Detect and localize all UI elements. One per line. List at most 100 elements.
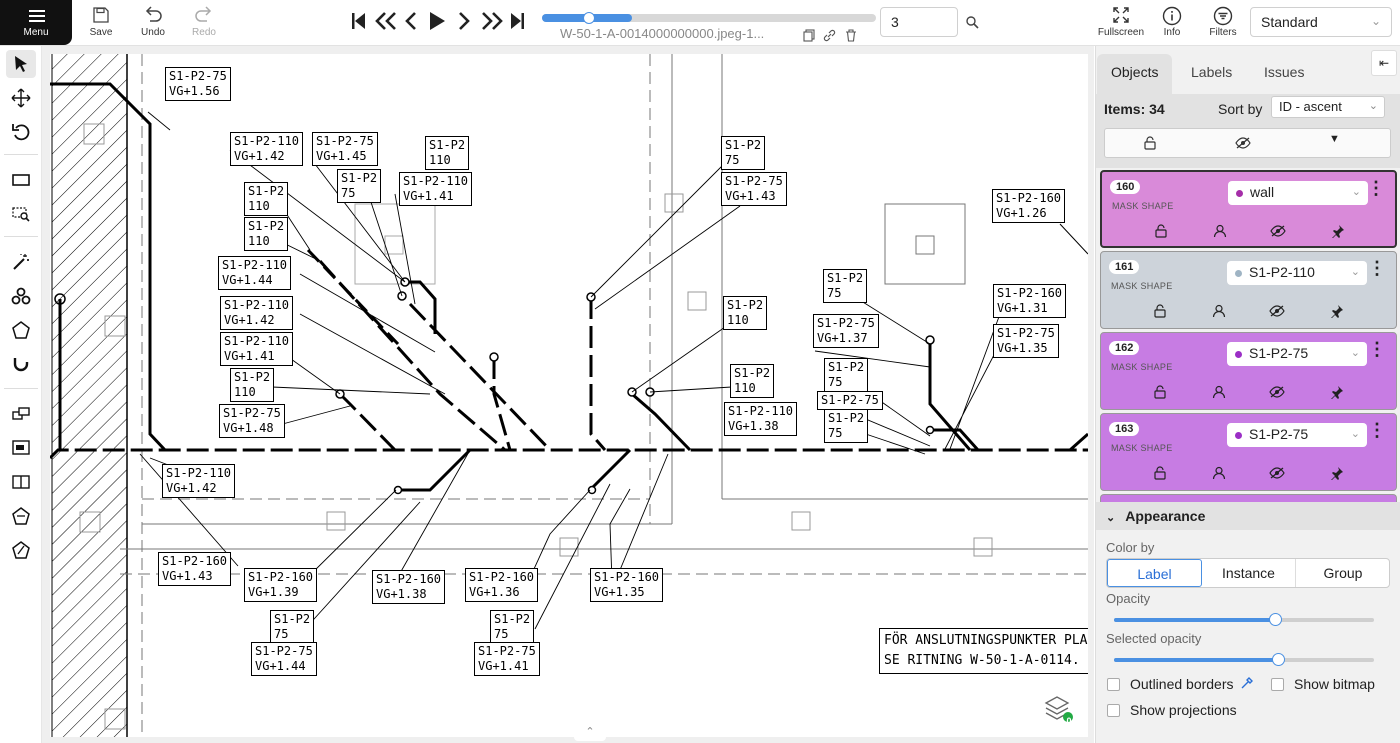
show-projections-checkbox[interactable]: Show projections (1107, 702, 1237, 718)
more-options-icon[interactable]: ⋮ (1368, 421, 1386, 439)
collapse-sidebar-icon[interactable]: ⇤ (1371, 50, 1397, 76)
label-select[interactable]: S1-P2-110 ⌄ (1227, 261, 1367, 285)
hide-all-icon[interactable] (1235, 136, 1251, 150)
pipe-label: S1-P2-75 VG+1.43 (721, 172, 787, 206)
player-slider-knob[interactable] (583, 12, 595, 24)
object-card-partial[interactable] (1100, 494, 1397, 502)
play-icon[interactable] (428, 10, 446, 32)
object-card[interactable]: 161 MASK SHAPE S1-P2-110 ⌄ ⋮ (1100, 251, 1397, 329)
pipe-label: S1-P2 75 (490, 610, 535, 644)
delete-icon[interactable] (845, 29, 857, 42)
group-tool[interactable] (6, 434, 36, 462)
unlock-all-icon[interactable] (1143, 136, 1157, 150)
chevron-up-icon[interactable]: ⌃ (574, 725, 606, 741)
sort-select[interactable]: ID - ascent ⌄ (1271, 96, 1385, 118)
color-by-group-option[interactable]: Group (1296, 559, 1390, 587)
last-frame-icon[interactable] (510, 10, 526, 32)
ai-tools-tool[interactable] (6, 282, 36, 310)
pin-icon[interactable] (1330, 385, 1344, 399)
user-icon[interactable] (1213, 224, 1227, 238)
opacity-slider[interactable] (1114, 613, 1374, 626)
rotate-tool[interactable] (6, 118, 36, 146)
split-tool[interactable] (6, 468, 36, 496)
unlock-icon[interactable] (1153, 385, 1167, 399)
outlined-borders-checkbox[interactable]: Outlined borders (1107, 676, 1234, 692)
selected-opacity-slider[interactable] (1114, 653, 1374, 666)
checkbox-box (1271, 678, 1284, 691)
object-card[interactable]: 160 MASK SHAPE wall ⌄ ⋮ (1100, 170, 1397, 248)
split-icon (12, 475, 30, 489)
magic-wand-tool[interactable] (6, 248, 36, 276)
player-slider[interactable] (542, 12, 876, 24)
copy-icon[interactable] (803, 29, 815, 42)
cursor-tool[interactable] (6, 50, 36, 78)
user-icon[interactable] (1212, 466, 1226, 480)
move-tool[interactable] (6, 84, 36, 112)
more-options-icon[interactable]: ⋮ (1368, 340, 1386, 358)
workspace-select[interactable]: Standard ⌄ (1250, 7, 1392, 37)
hide-icon[interactable] (1269, 304, 1285, 318)
search-icon[interactable] (966, 16, 979, 29)
link-icon[interactable] (823, 29, 836, 42)
first-frame-icon[interactable] (350, 10, 366, 32)
pin-icon[interactable] (1330, 466, 1344, 480)
selected-opacity-slider-knob[interactable] (1272, 653, 1285, 666)
fit-image-tool[interactable] (6, 166, 36, 194)
hide-icon[interactable] (1270, 224, 1286, 238)
fullscreen-label: Fullscreen (1097, 27, 1145, 38)
label-select[interactable]: S1-P2-75 ⌄ (1227, 342, 1367, 366)
unlock-icon[interactable] (1153, 466, 1167, 480)
appearance-header[interactable]: ⌄ Appearance (1096, 502, 1400, 530)
magnet-tool[interactable] (6, 350, 36, 378)
outlined-borders-text: Outlined borders (1130, 676, 1234, 692)
more-options-icon[interactable]: ⋮ (1368, 259, 1386, 277)
hide-icon[interactable] (1269, 466, 1285, 480)
more-options-icon[interactable]: ⋮ (1367, 179, 1385, 197)
tab-objects[interactable]: Objects (1097, 54, 1173, 94)
user-icon[interactable] (1212, 304, 1226, 318)
color-by-label-option[interactable]: Label (1107, 559, 1202, 587)
next-frame-icon[interactable] (457, 10, 471, 32)
object-card[interactable]: 162 MASK SHAPE S1-P2-75 ⌄ ⋮ (1100, 332, 1397, 410)
pin-icon[interactable] (1331, 224, 1345, 238)
save-button[interactable]: Save (84, 0, 118, 45)
unlock-icon[interactable] (1154, 224, 1168, 238)
caret-down-icon[interactable]: ▼ (1329, 133, 1340, 145)
slice-tool[interactable] (6, 536, 36, 564)
fast-forward-icon[interactable] (480, 10, 504, 32)
pin-icon[interactable] (1330, 304, 1344, 318)
show-bitmap-checkbox[interactable]: Show bitmap (1271, 676, 1375, 692)
workspace-value: Standard (1261, 14, 1318, 30)
redo-button[interactable]: Redo (187, 0, 221, 45)
opacity-slider-knob[interactable] (1269, 613, 1282, 626)
filters-button[interactable]: Filters (1206, 0, 1240, 45)
undo-button[interactable]: Undo (136, 0, 170, 45)
label-select[interactable]: wall ⌄ (1228, 181, 1368, 205)
fast-backward-icon[interactable] (374, 10, 398, 32)
hide-icon[interactable] (1269, 385, 1285, 399)
chevron-down-icon: ⌄ (1350, 428, 1360, 440)
draw-polygon-tool[interactable] (6, 316, 36, 344)
tab-issues[interactable]: Issues (1250, 54, 1318, 94)
menu-button[interactable]: Menu (0, 0, 72, 45)
object-card[interactable]: 163 MASK SHAPE S1-P2-75 ⌄ ⋮ (1100, 413, 1397, 491)
fullscreen-button[interactable]: Fullscreen (1096, 0, 1146, 45)
user-icon[interactable] (1212, 385, 1226, 399)
pipe-label: S1-P2-75 VG+1.45 (312, 132, 378, 166)
color-by-instance-option[interactable]: Instance (1202, 559, 1296, 587)
annotation-canvas[interactable]: S1-P2-75 VG+1.56 S1-P2-110 VG+1.42 S1-P2-7… (42, 46, 1094, 743)
tab-labels[interactable]: Labels (1177, 54, 1246, 94)
label-select[interactable]: S1-P2-75 ⌄ (1227, 423, 1367, 447)
previous-frame-icon[interactable] (404, 10, 418, 32)
merge-shapes-tool[interactable] (6, 400, 36, 428)
frame-number-input[interactable] (880, 7, 958, 37)
color-picker-icon[interactable] (1240, 676, 1254, 690)
join-tool[interactable] (6, 502, 36, 530)
merge-icon (12, 407, 30, 420)
drawing-image[interactable]: S1-P2-75 VG+1.56 S1-P2-110 VG+1.42 S1-P2-7… (50, 54, 1088, 737)
chevron-down-icon: ⌄ (1106, 512, 1116, 524)
info-button[interactable]: Info (1156, 0, 1188, 45)
object-type: MASK SHAPE (1111, 281, 1173, 291)
unlock-icon[interactable] (1153, 304, 1167, 318)
zoom-region-tool[interactable] (6, 200, 36, 228)
